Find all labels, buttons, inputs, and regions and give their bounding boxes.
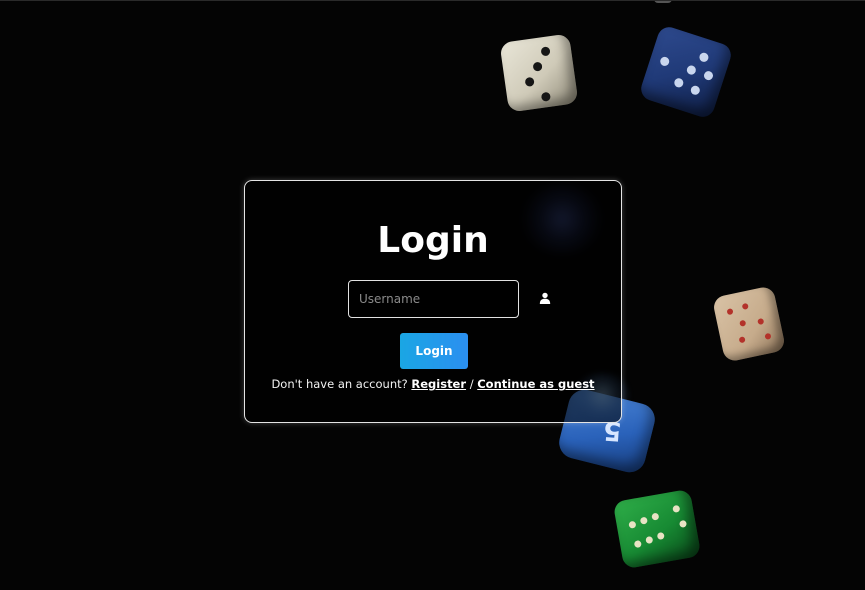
page-background: 5 Login Login Don't have an account? Reg… bbox=[0, 0, 865, 590]
green-die bbox=[612, 488, 702, 570]
link-separator: / bbox=[469, 377, 474, 391]
navy-die bbox=[638, 24, 734, 120]
die-pip bbox=[651, 512, 660, 521]
username-input[interactable] bbox=[348, 280, 519, 318]
login-button[interactable]: Login bbox=[400, 333, 468, 369]
die-pip bbox=[659, 55, 671, 68]
die-pip bbox=[524, 76, 535, 87]
die-pip bbox=[633, 540, 642, 549]
die-pip bbox=[673, 77, 685, 89]
die-pip bbox=[678, 519, 688, 528]
white-die bbox=[499, 33, 579, 113]
die-pip bbox=[689, 84, 701, 96]
die-pip bbox=[741, 302, 749, 310]
die-pip bbox=[628, 520, 637, 529]
die-partial-top bbox=[654, 1, 672, 3]
die-pip bbox=[540, 91, 551, 102]
die-pip bbox=[672, 504, 681, 513]
register-prompt: Don't have an account? bbox=[271, 377, 408, 391]
die-pip bbox=[702, 69, 715, 82]
login-title: Login bbox=[377, 220, 489, 261]
die-pip bbox=[739, 319, 747, 327]
die-pip bbox=[645, 535, 654, 545]
die-pip bbox=[532, 61, 543, 72]
die-pip bbox=[698, 51, 710, 63]
die-pip bbox=[738, 336, 746, 344]
die-pip bbox=[639, 516, 648, 525]
beige-die bbox=[711, 285, 787, 363]
die-pip bbox=[757, 317, 765, 326]
die-pip bbox=[726, 308, 734, 316]
die-pip bbox=[656, 531, 665, 541]
die-pip bbox=[685, 64, 698, 76]
login-card: Login Login Don't have an account? Regis… bbox=[244, 180, 622, 423]
continue-as-guest-link[interactable]: Continue as guest bbox=[477, 377, 594, 391]
account-links: Don't have an account? Register / Contin… bbox=[245, 377, 621, 391]
user-icon bbox=[539, 292, 551, 304]
die-pip bbox=[764, 332, 772, 340]
register-link[interactable]: Register bbox=[411, 377, 466, 391]
die-pip bbox=[540, 46, 551, 57]
